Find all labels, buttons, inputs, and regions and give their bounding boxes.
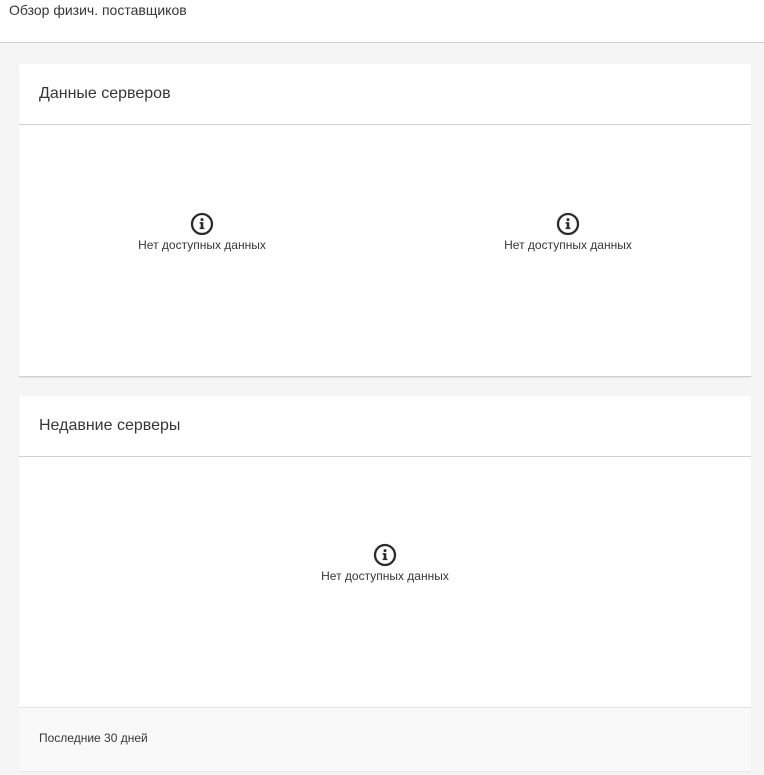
page-title: Обзор физич. поставщиков bbox=[9, 2, 187, 18]
no-data-message: Нет доступных данных bbox=[504, 238, 632, 252]
info-icon bbox=[190, 212, 214, 236]
card-title: Недавние серверы bbox=[39, 417, 181, 434]
page-header: Обзор физич. поставщиков bbox=[0, 0, 764, 43]
info-icon bbox=[556, 212, 580, 236]
info-icon bbox=[373, 543, 397, 567]
recent-servers-card: Недавние серверы Нет доступных данных По… bbox=[19, 396, 751, 771]
card-footer: Последние 30 дней bbox=[19, 707, 751, 771]
card-header: Данные серверов bbox=[19, 64, 751, 125]
card-header: Недавние серверы bbox=[19, 396, 751, 457]
no-data-message: Нет доступных данных bbox=[138, 238, 266, 252]
empty-state: Нет доступных данных bbox=[275, 543, 495, 583]
no-data-message: Нет доступных данных bbox=[321, 569, 449, 583]
empty-state: Нет доступных данных bbox=[458, 212, 678, 252]
card-title: Данные серверов bbox=[39, 85, 171, 102]
empty-state: Нет доступных данных bbox=[92, 212, 312, 252]
server-data-card: Данные серверов Нет доступных данных Нет bbox=[19, 64, 751, 377]
time-range-label: Последние 30 дней bbox=[39, 731, 148, 745]
